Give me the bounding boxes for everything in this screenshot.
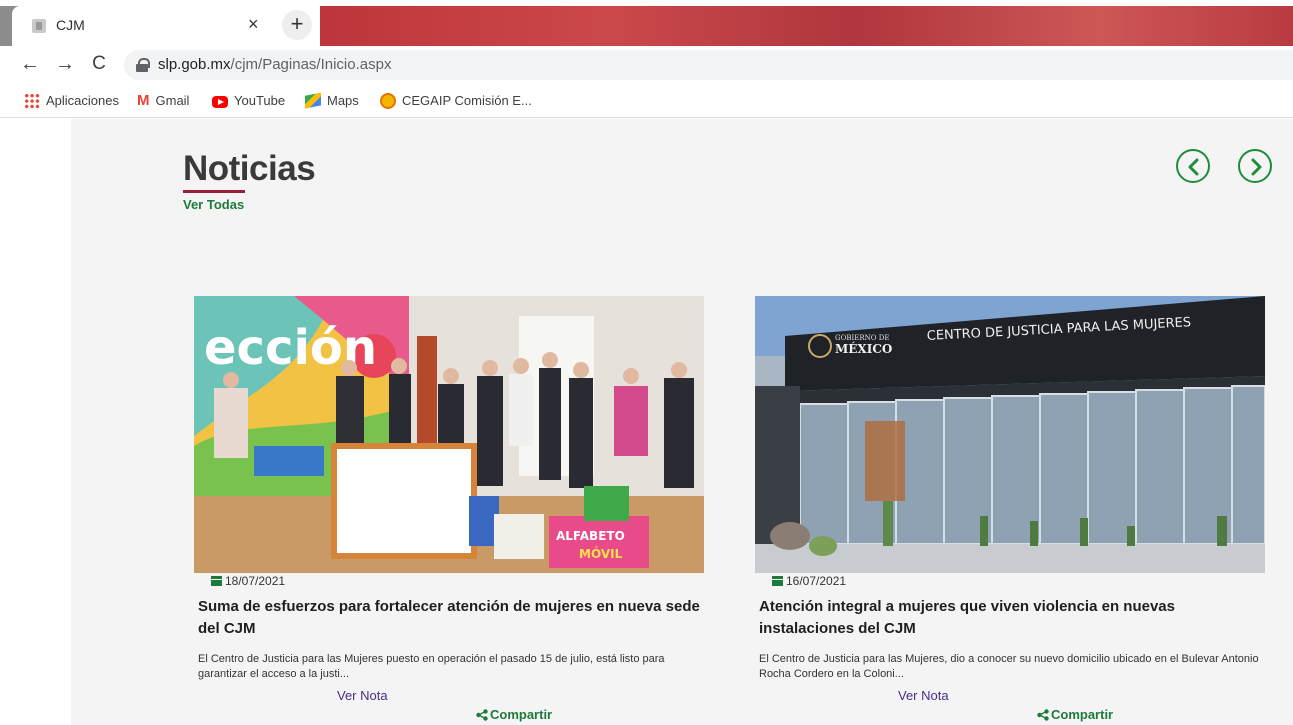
logo-text-small: GOBIERNO DE — [835, 334, 889, 342]
carousel-next-button[interactable] — [1238, 149, 1272, 183]
section-title: Noticias — [183, 149, 316, 188]
news-excerpt: El Centro de Justicia para las Mujeres, … — [759, 653, 1259, 680]
news-card: ección ALFABETO MÓVIL 18/07/2021 Suma de… — [194, 296, 704, 725]
carousel-prev-button[interactable] — [1176, 149, 1210, 183]
news-title[interactable]: Atención integral a mujeres que viven vi… — [759, 596, 1264, 640]
read-more-link[interactable]: Ver Nota — [337, 688, 388, 703]
bookmark-gmail[interactable]: M Gmail — [137, 92, 189, 110]
sign-text: ALFABETO — [556, 529, 625, 543]
sign-text-2: MÓVIL — [579, 546, 623, 561]
calendar-icon — [772, 575, 783, 586]
news-image[interactable]: ección ALFABETO MÓVIL — [194, 296, 704, 573]
lock-icon[interactable] — [136, 58, 150, 72]
bookmark-aplicaciones[interactable]: Aplicaciones — [24, 92, 119, 110]
bookmark-cegaip[interactable]: CEGAIP Comisión E... — [380, 92, 532, 110]
news-section: Noticias Ver Todas ección ALFABETO MÓVIL… — [71, 119, 1293, 725]
apps-grid-icon — [24, 92, 40, 109]
news-date: 16/07/2021 — [772, 574, 846, 588]
bookmark-youtube[interactable]: YouTube — [212, 92, 285, 110]
news-image[interactable]: GOBIERNO DE MÉXICO CENTRO DE JUSTICIA PA… — [755, 296, 1265, 573]
back-arrow-icon[interactable]: ← — [18, 52, 42, 76]
read-more-link[interactable]: Ver Nota — [898, 688, 949, 703]
see-all-link[interactable]: Ver Todas — [183, 197, 244, 212]
news-excerpt: El Centro de Justicia para las Mujeres p… — [198, 653, 665, 680]
bookmark-maps[interactable]: Maps — [305, 92, 359, 110]
maps-icon — [305, 92, 321, 109]
news-title[interactable]: Suma de esfuerzos para fortalecer atenci… — [198, 596, 703, 640]
title-underline — [183, 190, 245, 193]
news-card: GOBIERNO DE MÉXICO CENTRO DE JUSTICIA PA… — [755, 296, 1265, 725]
share-button[interactable]: Compartir — [1037, 707, 1113, 722]
new-tab-button[interactable]: + — [282, 10, 312, 40]
share-icon — [476, 708, 488, 721]
browser-tab-bar: CJM × + — [0, 0, 1293, 46]
share-button[interactable]: Compartir — [476, 707, 552, 722]
bookmarks-bar: Aplicaciones M Gmail YouTube Maps CEGAIP … — [0, 84, 1293, 118]
logo-text: MÉXICO — [835, 341, 892, 356]
calendar-icon — [211, 575, 222, 586]
address-bar[interactable]: slp.gob.mx/cjm/Paginas/Inicio.aspx — [124, 50, 1293, 80]
cegaip-icon — [380, 92, 396, 109]
chevron-left-icon — [1188, 158, 1199, 176]
tab-close-icon[interactable]: × — [248, 15, 259, 33]
chevron-right-icon — [1251, 158, 1262, 176]
tab-title: CJM — [56, 17, 85, 33]
forward-arrow-icon[interactable]: → — [53, 52, 77, 76]
browser-tab[interactable]: CJM × — [12, 6, 274, 46]
share-icon — [1037, 708, 1049, 721]
news-date: 18/07/2021 — [211, 574, 285, 588]
url-text[interactable]: slp.gob.mx/cjm/Paginas/Inicio.aspx — [158, 56, 391, 73]
reload-icon[interactable]: C — [87, 52, 111, 76]
gmail-icon: M — [137, 91, 150, 109]
youtube-icon — [212, 95, 228, 108]
browser-toolbar: ← → C slp.gob.mx/cjm/Paginas/Inicio.aspx — [0, 46, 1293, 84]
tab-bar-background — [320, 6, 1293, 46]
site-favicon-icon — [32, 19, 46, 33]
web-page: Noticias Ver Todas ección ALFABETO MÓVIL… — [0, 119, 1293, 725]
